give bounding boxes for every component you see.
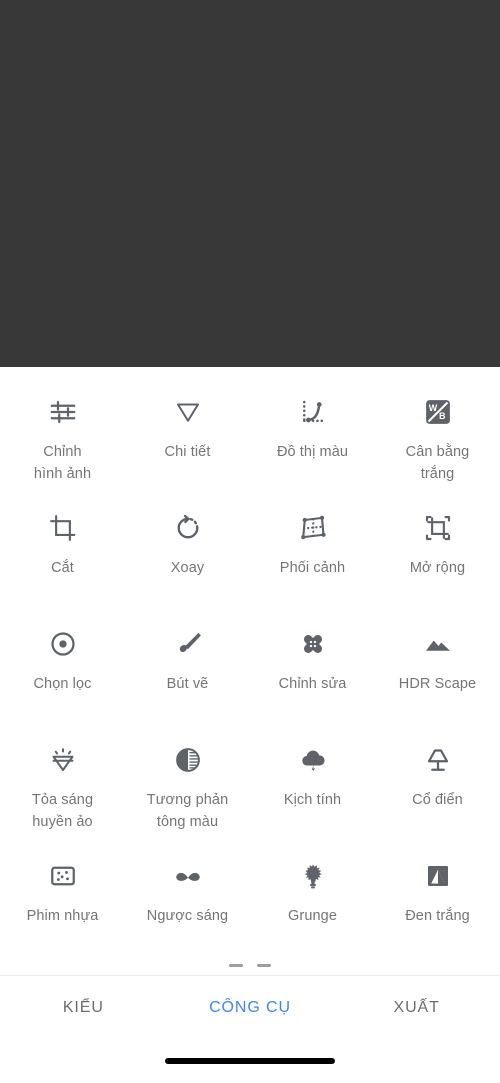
tool-vintage[interactable]: Cổ điển: [375, 731, 500, 847]
expand-icon: [421, 511, 455, 545]
drama-cloud-icon: [296, 743, 330, 777]
tool-retrolux[interactable]: Ngược sáng: [125, 847, 250, 963]
grunge-icon: [296, 859, 330, 893]
svg-text:W: W: [428, 403, 437, 413]
tool-label: Đen trắng: [405, 908, 470, 924]
tool-label: Tỏa sáng huyền ảo: [31, 792, 94, 830]
black-white-icon: [421, 859, 455, 893]
tool-curves[interactable]: Đồ thị màu: [250, 383, 375, 499]
tool-label: Chỉnh hình ảnh: [33, 444, 92, 482]
snapseed-tools-screen: Chỉnh hình ảnh Chi tiết Đồ thị màu W B C…: [0, 0, 500, 1083]
tool-label: Mở rộng: [409, 560, 466, 576]
tool-label: Đồ thị màu: [276, 444, 349, 460]
tool-label: Phim nhựa: [26, 908, 99, 924]
tool-label: Kịch tính: [283, 792, 342, 808]
vintage-lamp-icon: [421, 743, 455, 777]
tool-label: Ngược sáng: [146, 908, 229, 924]
tool-grid: Chỉnh hình ảnh Chi tiết Đồ thị màu W B C…: [0, 383, 500, 963]
tool-expand[interactable]: Mở rộng: [375, 499, 500, 615]
grainy-film-icon: [46, 859, 80, 893]
perspective-icon: [296, 511, 330, 545]
tools-panel: Chỉnh hình ảnh Chi tiết Đồ thị màu W B C…: [0, 367, 500, 975]
tool-label: Phối cảnh: [279, 560, 346, 576]
tool-hdr-scape[interactable]: HDR Scape: [375, 615, 500, 731]
tool-label: Tương phản tông màu: [146, 792, 229, 830]
glamour-glow-icon: [46, 743, 80, 777]
tab-export[interactable]: XUẤT: [333, 999, 500, 1017]
tool-label: HDR Scape: [398, 676, 477, 692]
system-gesture-area: [0, 1039, 500, 1083]
tool-details[interactable]: Chi tiết: [125, 383, 250, 499]
image-preview-canvas[interactable]: [0, 0, 500, 367]
tool-drama[interactable]: Kịch tính: [250, 731, 375, 847]
tool-selective[interactable]: Chọn lọc: [0, 615, 125, 731]
tool-label: Xoay: [170, 560, 205, 576]
tool-label: Grunge: [288, 908, 337, 924]
tool-perspective[interactable]: Phối cảnh: [250, 499, 375, 615]
tool-label: Cổ điển: [412, 792, 463, 808]
home-indicator[interactable]: [165, 1058, 335, 1064]
tool-tune-image[interactable]: Chỉnh hình ảnh: [0, 383, 125, 499]
tune-icon: [46, 395, 80, 429]
tool-label: Chọn lọc: [33, 676, 92, 692]
retrolux-moustache-icon: [171, 859, 205, 893]
sheet-drag-handle[interactable]: [0, 964, 500, 967]
tab-styles[interactable]: KIỂU: [0, 999, 167, 1017]
details-triangle-icon: [171, 395, 205, 429]
tool-label: Bút vẽ: [166, 676, 209, 692]
brush-icon: [171, 627, 205, 661]
tool-tonal-contrast[interactable]: Tương phản tông màu: [125, 731, 250, 847]
selective-icon: [46, 627, 80, 661]
tool-grunge[interactable]: Grunge: [250, 847, 375, 963]
tool-crop[interactable]: Cắt: [0, 499, 125, 615]
healing-icon: [296, 627, 330, 661]
crop-icon: [46, 511, 80, 545]
tool-label: Chỉnh sửa: [278, 676, 347, 692]
mountain-icon: [421, 627, 455, 661]
tool-white-balance[interactable]: W B Cân bằng trắng: [375, 383, 500, 499]
drag-handle-dash-left: [229, 964, 243, 967]
svg-text:B: B: [439, 411, 446, 421]
white-balance-icon: W B: [421, 395, 455, 429]
tab-tools[interactable]: CÔNG CỤ: [167, 999, 334, 1017]
tool-label: Chi tiết: [164, 444, 211, 460]
drag-handle-dash-right: [257, 964, 271, 967]
tool-grainy-film[interactable]: Phim nhựa: [0, 847, 125, 963]
tool-brush[interactable]: Bút vẽ: [125, 615, 250, 731]
curves-icon: [296, 395, 330, 429]
tool-healing[interactable]: Chỉnh sửa: [250, 615, 375, 731]
rotate-icon: [171, 511, 205, 545]
bottom-tab-bar: KIỂU CÔNG CỤ XUẤT: [0, 975, 500, 1039]
tool-label: Cắt: [51, 560, 74, 576]
tool-label: Cân bằng trắng: [405, 444, 470, 482]
tool-glamour-glow[interactable]: Tỏa sáng huyền ảo: [0, 731, 125, 847]
tonal-contrast-icon: [171, 743, 205, 777]
tool-rotate[interactable]: Xoay: [125, 499, 250, 615]
tool-black-and-white[interactable]: Đen trắng: [375, 847, 500, 963]
